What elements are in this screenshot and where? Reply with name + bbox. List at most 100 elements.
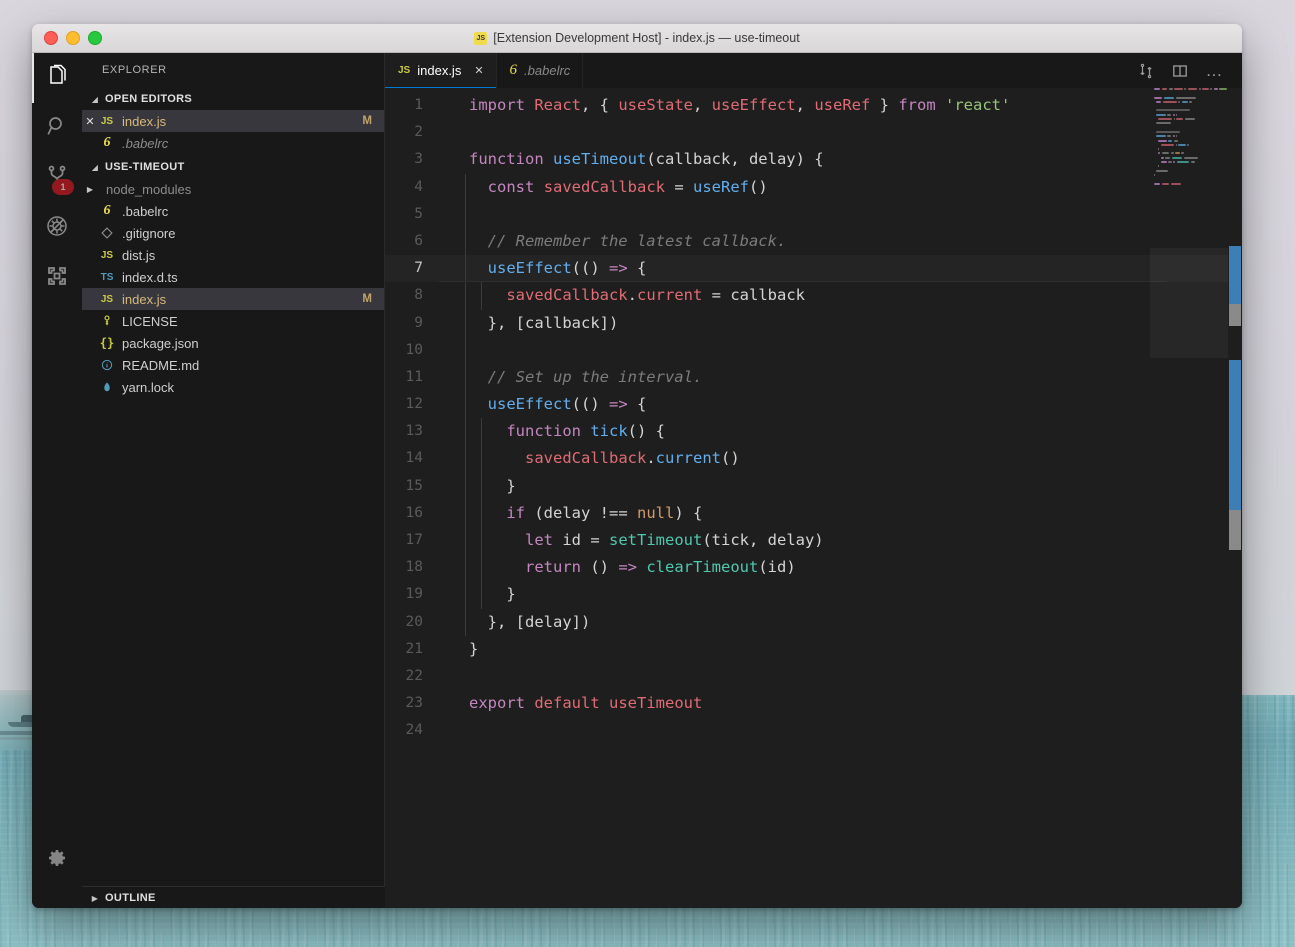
code-text[interactable]: savedCallback.current(): [439, 445, 740, 473]
activity-item-run-and-debug[interactable]: [32, 203, 82, 253]
info-file-icon: [98, 359, 116, 372]
code-token: () {: [627, 422, 665, 441]
code-lines[interactable]: 1 import React, { useState, useEffect, us…: [385, 88, 1242, 745]
open-editor-item-babelrc[interactable]: 6 .babelrc: [82, 132, 384, 154]
code-line[interactable]: 7 useEffect(() => {: [385, 255, 1242, 283]
code-text[interactable]: [439, 119, 469, 146]
section-folder-use-timeout[interactable]: ◢ USE-TIMEOUT: [82, 156, 384, 178]
code-text[interactable]: }: [439, 636, 478, 663]
code-text[interactable]: if (delay !== null) {: [439, 499, 702, 527]
code-line[interactable]: 4 const savedCallback = useRef(): [385, 173, 1242, 201]
code-text[interactable]: }, [delay]): [439, 608, 590, 636]
code-line[interactable]: 19 }: [385, 581, 1242, 609]
code-text[interactable]: [439, 200, 469, 228]
code-text[interactable]: [439, 717, 469, 744]
code-line[interactable]: 18 return () => clearTimeout(id): [385, 554, 1242, 582]
code-text[interactable]: export default useTimeout: [439, 690, 702, 717]
activity-item-extensions[interactable]: [32, 253, 82, 303]
section-outline[interactable]: ▶ OUTLINE: [82, 886, 392, 908]
minimap-line: [1150, 100, 1228, 103]
activity-item-source-control[interactable]: 1: [32, 153, 82, 203]
code-line[interactable]: 11 // Set up the interval.: [385, 363, 1242, 392]
close-icon[interactable]: ✕: [82, 115, 98, 128]
activity-item-manage-settings[interactable]: [32, 835, 82, 885]
minimap-token: [1175, 143, 1177, 146]
line-number: 9: [414, 314, 423, 331]
code-text[interactable]: }: [439, 472, 516, 500]
code-text[interactable]: // Set up the interval.: [439, 363, 702, 392]
code-line[interactable]: 20 }, [delay]): [385, 608, 1242, 636]
tab-index-js[interactable]: JS index.js ✕: [385, 53, 497, 88]
tree-item-dist-js[interactable]: JS dist.js: [82, 244, 384, 266]
tab-babelrc[interactable]: 6 .babelrc: [496, 53, 584, 88]
code-text[interactable]: }: [439, 581, 516, 609]
code-line[interactable]: 1 import React, { useState, useEffect, us…: [385, 92, 1242, 119]
code-text[interactable]: savedCallback.current = callback: [439, 282, 805, 310]
window-controls[interactable]: [44, 24, 102, 52]
code-line[interactable]: 9 }, [callback]): [385, 309, 1242, 337]
code-line[interactable]: 24: [385, 717, 1242, 744]
tree-item-gitignore[interactable]: .gitignore: [82, 222, 384, 244]
toggle-changes-icon[interactable]: [1132, 57, 1160, 85]
close-button[interactable]: [44, 31, 58, 45]
editor-scrollbar[interactable]: [1228, 88, 1242, 908]
code-line[interactable]: 5: [385, 200, 1242, 228]
code-line[interactable]: 12 useEffect(() => {: [385, 391, 1242, 419]
code-line[interactable]: 17 let id = setTimeout(tick, delay): [385, 527, 1242, 555]
code-text[interactable]: [439, 663, 469, 690]
code-text[interactable]: function tick() {: [439, 418, 665, 446]
minimap-viewport-slider[interactable]: [1150, 248, 1228, 358]
tree-item-yarn-lock[interactable]: yarn.lock: [82, 376, 384, 398]
close-icon[interactable]: ✕: [474, 64, 483, 77]
code-line[interactable]: 14 savedCallback.current(): [385, 445, 1242, 473]
code-text[interactable]: const savedCallback = useRef(): [439, 173, 768, 201]
tree-item-license[interactable]: LICENSE: [82, 310, 384, 332]
tree-item-readme-md[interactable]: README.md: [82, 354, 384, 376]
code-line[interactable]: 6 // Remember the latest callback.: [385, 227, 1242, 256]
code-text[interactable]: function useTimeout(callback, delay) {: [439, 146, 824, 173]
minimize-button[interactable]: [66, 31, 80, 45]
code-line[interactable]: 13 function tick() {: [385, 418, 1242, 446]
tree-item-label: README.md: [122, 357, 200, 373]
code-text[interactable]: useEffect(() => {: [439, 391, 646, 419]
more-actions-icon[interactable]: …: [1200, 57, 1228, 85]
code-line[interactable]: 21}: [385, 636, 1242, 663]
code-scroll-area[interactable]: 1 import React, { useState, useEffect, us…: [385, 88, 1242, 908]
code-text[interactable]: let id = setTimeout(tick, delay): [439, 527, 824, 555]
code-line[interactable]: 8 savedCallback.current = callback: [385, 282, 1242, 310]
code-text[interactable]: // Remember the latest callback.: [439, 227, 786, 256]
activity-item-explorer[interactable]: [32, 53, 82, 103]
open-editor-item-index-js[interactable]: ✕ JS index.js M: [82, 110, 384, 132]
code-line[interactable]: 3 function useTimeout(callback, delay) {: [385, 146, 1242, 173]
minimap-token: [1189, 100, 1192, 103]
tree-item-package-json[interactable]: {} package.json: [82, 332, 384, 354]
code-line[interactable]: 2: [385, 119, 1242, 146]
code-editor[interactable]: 1 import React, { useState, useEffect, us…: [385, 88, 1242, 908]
indent-guide: [481, 418, 482, 446]
tree-item-babelrc[interactable]: 6 .babelrc: [82, 200, 384, 222]
section-open-editors[interactable]: ◢ OPEN EDITORS: [82, 88, 384, 110]
code-text[interactable]: return () => clearTimeout(id): [439, 554, 796, 582]
minimap-token: [1171, 156, 1183, 159]
minimap[interactable]: [1150, 88, 1228, 908]
code-text[interactable]: useEffect(() => {: [439, 255, 646, 283]
tree-item-node-modules[interactable]: ▶ node_modules: [82, 178, 384, 200]
zoom-button[interactable]: [88, 31, 102, 45]
code-text[interactable]: [439, 336, 469, 364]
code-token: savedCallback: [543, 177, 666, 196]
minimap-line: [1150, 182, 1228, 185]
tree-item-index-d-ts[interactable]: TS index.d.ts: [82, 266, 384, 288]
code-line[interactable]: 16 if (delay !== null) {: [385, 499, 1242, 527]
activity-item-search[interactable]: [32, 103, 82, 153]
code-line[interactable]: 15 }: [385, 472, 1242, 500]
code-text[interactable]: }, [callback]): [439, 309, 618, 337]
code-line[interactable]: 23 export default useTimeout: [385, 690, 1242, 717]
code-line[interactable]: 22: [385, 663, 1242, 690]
dirty-badge: M: [362, 115, 372, 127]
tree-item-index-js[interactable]: JS index.js M: [82, 288, 384, 310]
indent-guide: [465, 309, 466, 337]
code-text[interactable]: import React, { useState, useEffect, use…: [439, 92, 1010, 119]
code-line[interactable]: 10: [385, 336, 1242, 364]
split-editor-icon[interactable]: [1166, 57, 1194, 85]
